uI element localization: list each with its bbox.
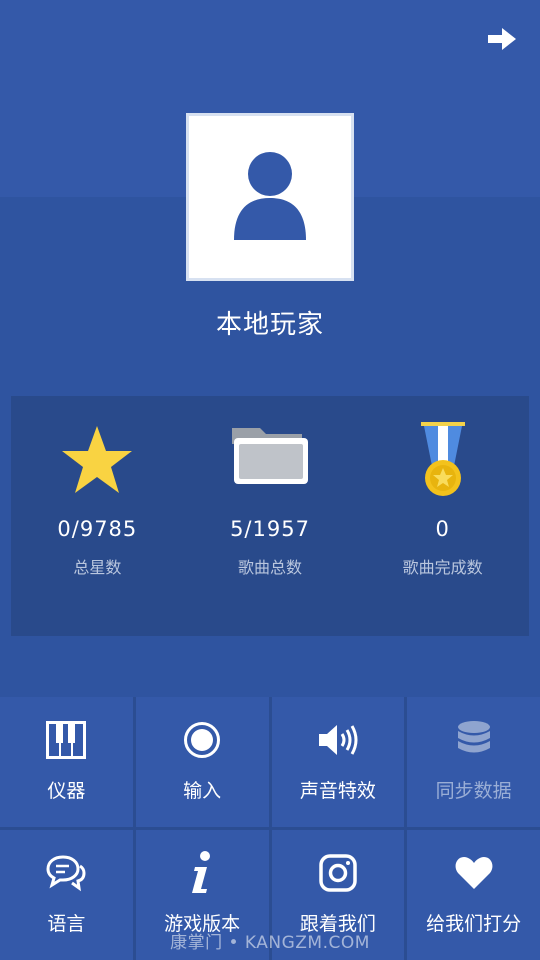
- menu-label: 输入: [183, 780, 222, 802]
- stat-value: 0: [435, 517, 450, 541]
- stat-value: 5/1957: [230, 517, 310, 541]
- instagram-icon: [317, 852, 359, 894]
- arrow-right-icon: [488, 28, 516, 50]
- menu-sound-effects-button[interactable]: 声音特效: [271, 697, 405, 827]
- menu-instrument-button[interactable]: 仪器: [0, 697, 133, 827]
- heart-icon: [453, 852, 495, 894]
- menu-label: 声音特效: [299, 780, 376, 802]
- player-avatar[interactable]: [186, 113, 354, 281]
- chat-icon: [45, 852, 87, 894]
- stat-total-stars: 0/9785 总星数: [11, 396, 184, 636]
- speaker-icon: [317, 719, 359, 761]
- watermark: 康掌门 • KANGZM.COM: [170, 933, 370, 953]
- info-icon: [181, 851, 223, 894]
- stat-songs-completed: 0 歌曲完成数: [356, 396, 529, 636]
- user-icon: [234, 152, 306, 240]
- folder-icon: [232, 428, 308, 484]
- stat-label: 歌曲总数: [238, 558, 303, 577]
- medal-icon: [420, 422, 465, 496]
- player-name: 本地玩家: [215, 310, 324, 340]
- menu-sync-data-button[interactable]: 同步数据: [407, 697, 540, 827]
- stat-label: 歌曲完成数: [402, 558, 483, 577]
- stat-value: 0/9785: [57, 517, 138, 541]
- menu-label: 仪器: [47, 780, 86, 802]
- star-icon: [62, 426, 133, 493]
- exit-arrow-button[interactable]: [486, 26, 518, 52]
- stat-total-songs: 5/1957 歌曲总数: [184, 396, 357, 636]
- piano-icon: [45, 719, 87, 761]
- settings-menu-grid: 仪器 输入 声音特效 同步数据 语言 游戏版本 跟着我们 给我们打分: [0, 697, 540, 960]
- database-icon: [453, 719, 495, 761]
- stats-panel: 0/9785 总星数 5/1957 歌曲总数 0 歌曲完成数: [11, 396, 529, 636]
- menu-label: 同步数据: [435, 780, 512, 802]
- record-icon: [181, 719, 223, 761]
- stat-label: 总星数: [73, 558, 122, 577]
- menu-input-button[interactable]: 输入: [135, 697, 269, 827]
